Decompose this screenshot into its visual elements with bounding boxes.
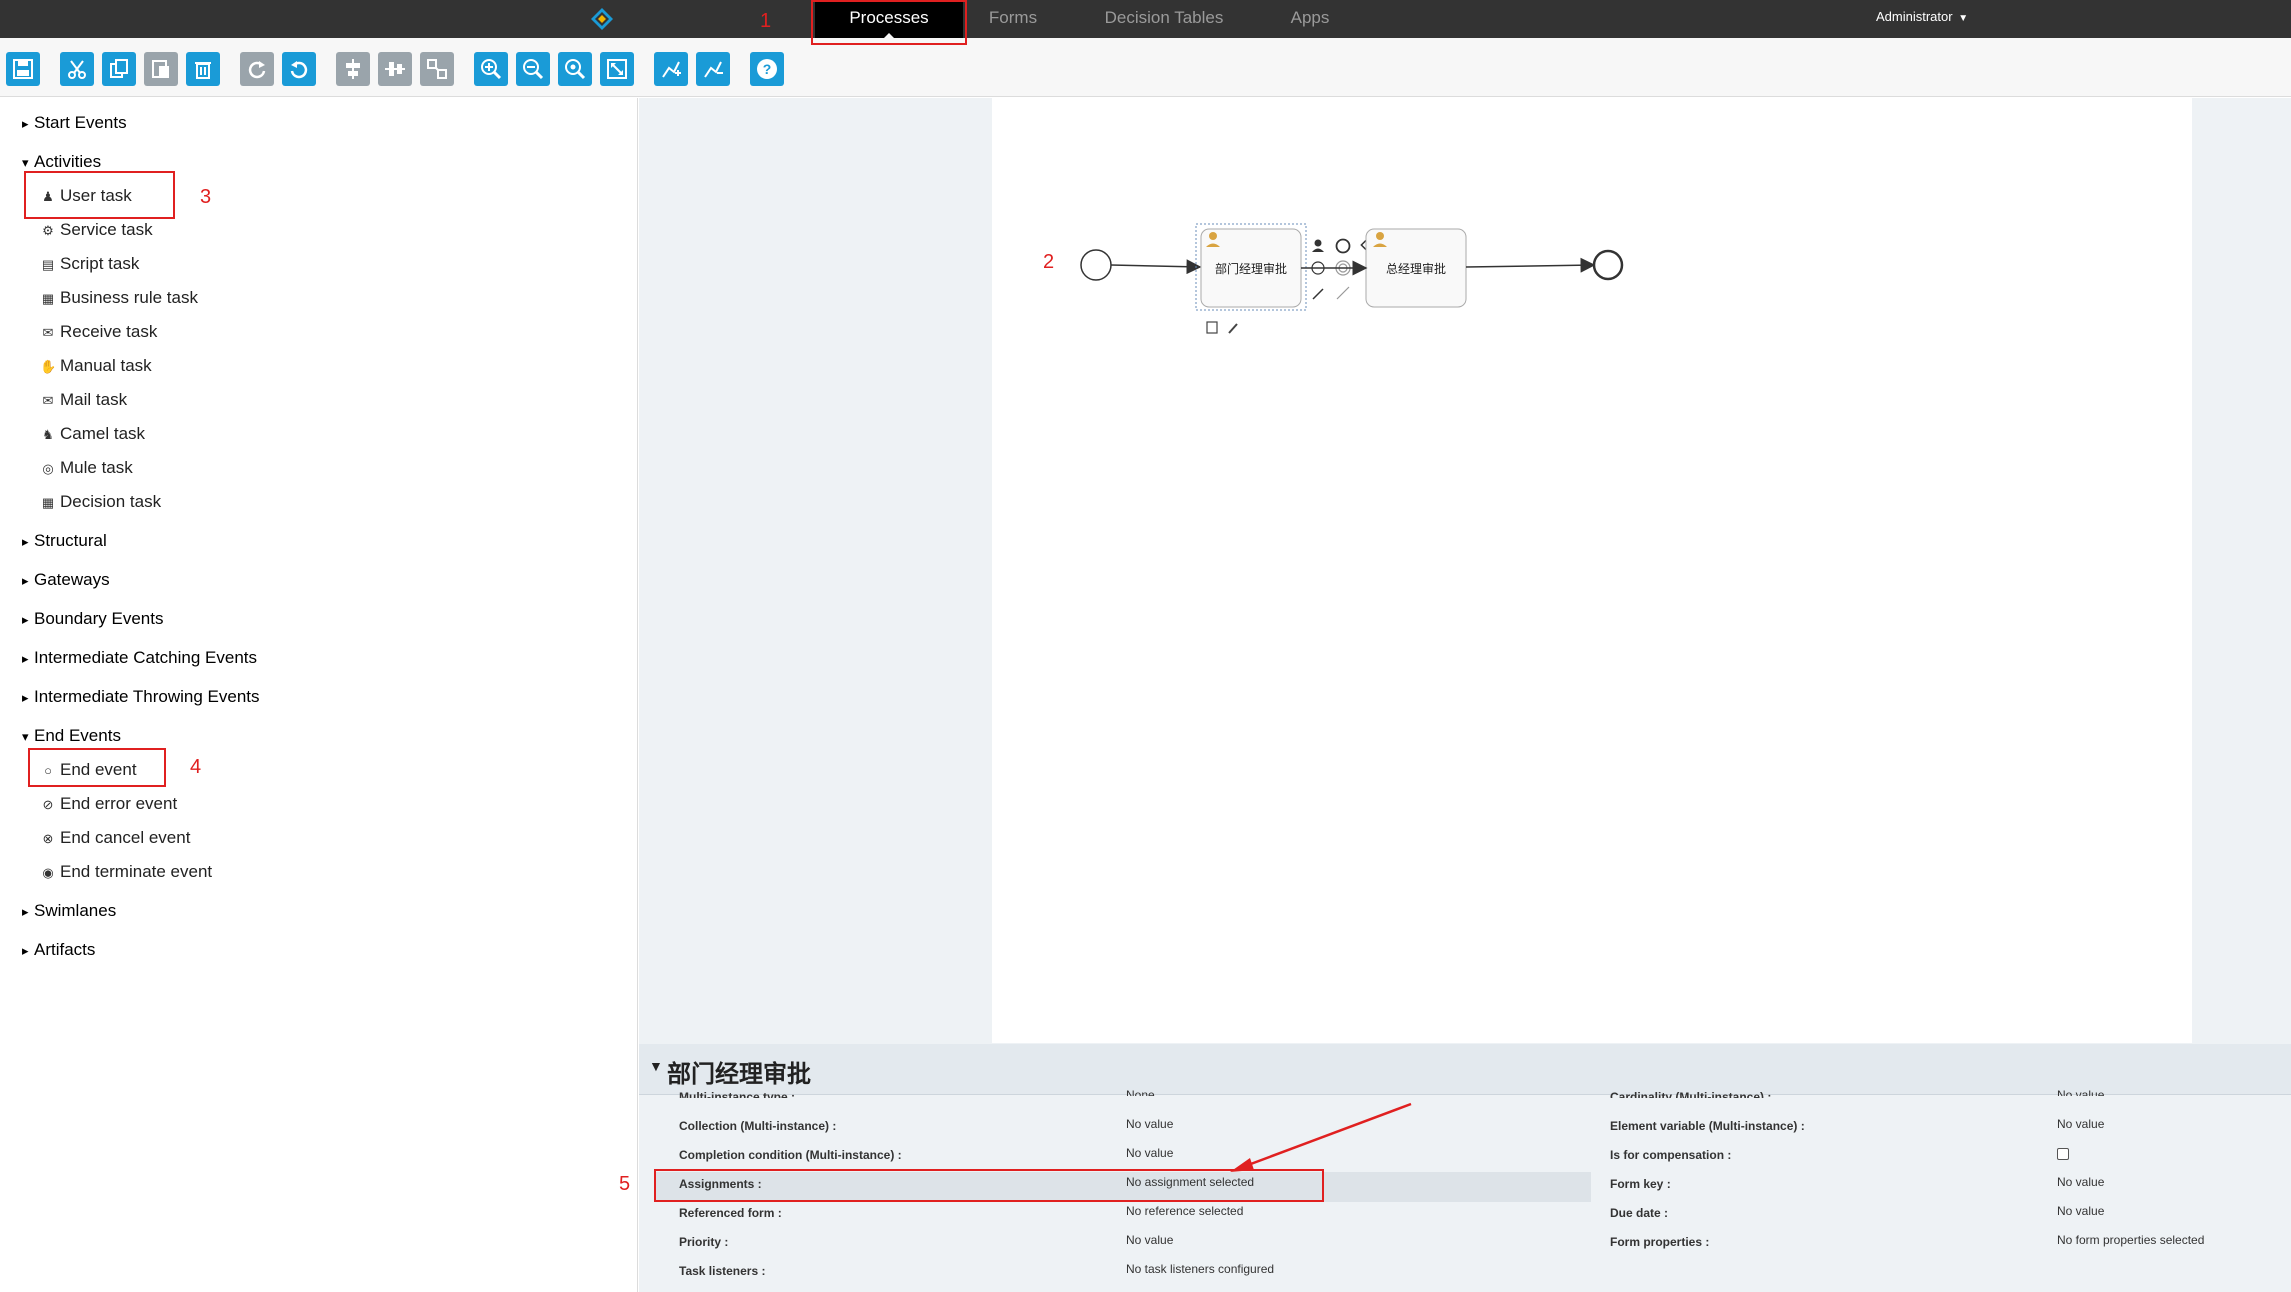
prop-label-referenced-form: Referenced form : <box>679 1206 782 1220</box>
sequence-flow[interactable] <box>1465 257 1596 273</box>
annotation-box-processes <box>811 0 967 45</box>
prop-label-form-key: Form key : <box>1610 1177 1671 1191</box>
properties-header[interactable]: ▼ 部门经理审批 <box>639 1044 2291 1095</box>
prop-label-completion-condition: Completion condition (Multi-instance) : <box>679 1148 902 1162</box>
properties-panel: ▼ 部门经理审批 Multi-instance type : None Coll… <box>639 1044 2291 1292</box>
prop-value-collection[interactable]: No value <box>1126 1117 1173 1131</box>
prop-label-priority: Priority : <box>679 1235 729 1249</box>
prop-value-completion-condition[interactable]: No value <box>1126 1146 1173 1160</box>
annotation-number: 5 <box>619 1173 631 1195</box>
start-event[interactable] <box>1080 249 1112 281</box>
prop-label-is-for-compensation: Is for compensation : <box>1610 1148 1732 1162</box>
prop-label-multi-instance-type: Multi-instance type : <box>679 1090 796 1098</box>
prop-label-cardinality: Cardinality (Multi-instance) : <box>1610 1090 1772 1098</box>
prop-label-collection: Collection (Multi-instance) : <box>679 1119 837 1133</box>
sequence-flow[interactable] <box>1110 259 1202 275</box>
prop-label-form-properties: Form properties : <box>1610 1235 1710 1249</box>
task-1-label: 部门经理审批 <box>1214 262 1287 276</box>
prop-label-element-variable: Element variable (Multi-instance) : <box>1610 1119 1805 1133</box>
compensation-checkbox[interactable] <box>2057 1148 2069 1160</box>
task-2-label: 总经理审批 <box>1385 262 1446 276</box>
annotation-box-user-task <box>24 171 175 219</box>
user-icon[interactable] <box>1312 239 1324 253</box>
prop-value-referenced-form[interactable]: No reference selected <box>1126 1204 1243 1218</box>
prop-label-due-date: Due date : <box>1610 1206 1669 1220</box>
prop-label-task-listeners: Task listeners : <box>679 1264 766 1278</box>
association-icon[interactable] <box>1336 286 1350 300</box>
annotation-number: 3 <box>200 186 212 208</box>
prop-value-task-listeners[interactable]: No task listeners configured <box>1126 1262 1274 1276</box>
annotation-box-end-event <box>28 748 166 787</box>
connect-arrow-icon[interactable] <box>1312 288 1324 300</box>
end-event-icon[interactable] <box>1335 238 1351 254</box>
prop-value-multi-instance-type[interactable]: None <box>1126 1088 1155 1096</box>
annotation-box-assignments <box>654 1169 1324 1202</box>
trash-icon[interactable] <box>1206 321 1218 334</box>
wrench-icon[interactable] <box>1228 323 1238 334</box>
annotation-number: 2 <box>1043 251 1055 273</box>
prop-value-form-properties[interactable]: No form properties selected <box>2057 1233 2204 1247</box>
prop-value-priority[interactable]: No value <box>1126 1233 1173 1247</box>
prop-value-form-key[interactable]: No value <box>2057 1175 2104 1189</box>
prop-value-element-variable[interactable]: No value <box>2057 1117 2104 1131</box>
prop-value-due-date[interactable]: No value <box>2057 1204 2104 1218</box>
prop-value-cardinality[interactable]: No value <box>2057 1088 2104 1096</box>
chevron-down-icon: ▼ <box>649 1058 663 1074</box>
annotation-number: 4 <box>190 756 202 778</box>
properties-title: 部门经理审批 <box>667 1060 811 1088</box>
end-event[interactable] <box>1592 249 1624 281</box>
annotation-number: 1 <box>760 10 772 32</box>
